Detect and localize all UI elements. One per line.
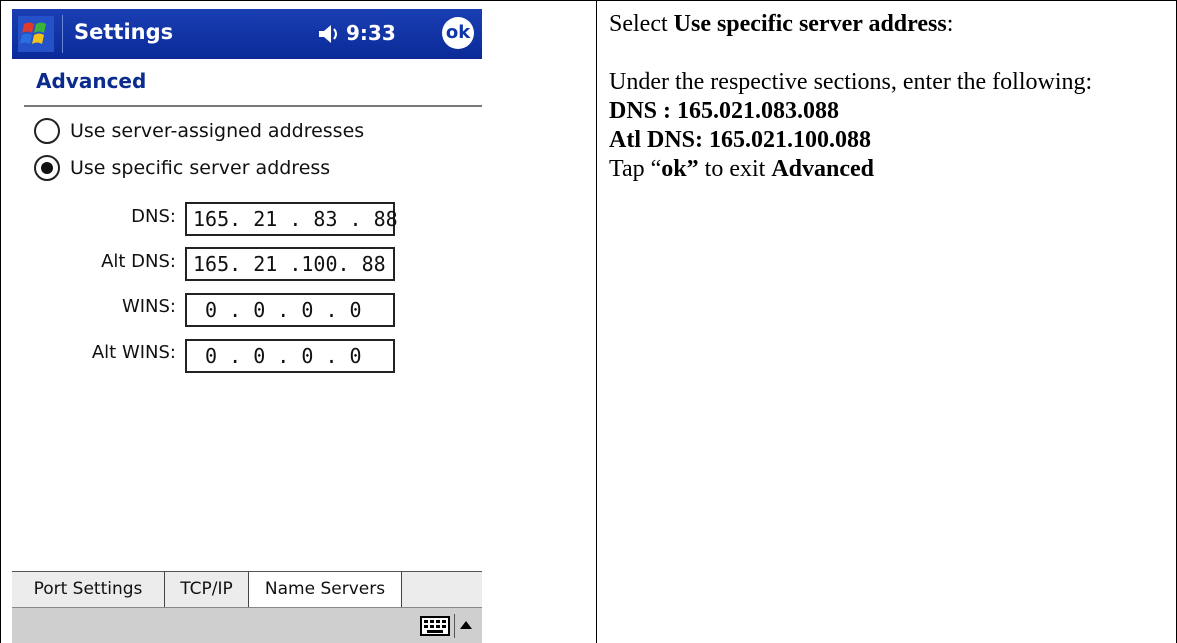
radio-specific-server[interactable]: Use specific server address	[34, 153, 330, 183]
instruction-tap-advanced: Advanced	[771, 156, 874, 182]
instruction-select: Select Use specific server address:	[609, 10, 1169, 39]
radio-label: Use specific server address	[70, 157, 331, 179]
wins-label: WINS:	[121, 296, 176, 317]
section-title: Advanced	[36, 69, 147, 93]
instruction-select-prefix: Select	[609, 11, 674, 37]
instruction-tap-ok: Tap “ok” to exit Advanced	[609, 155, 1169, 184]
instruction-alt-dns: Atl DNS: 165.021.100.088	[609, 127, 871, 153]
title-separator	[62, 15, 63, 53]
radio-server-assigned[interactable]: Use server-assigned addresses	[34, 116, 364, 146]
keyboard-icon[interactable]	[420, 616, 450, 636]
alt-dns-label: Alt DNS:	[101, 251, 176, 272]
speaker-icon[interactable]	[317, 23, 341, 45]
instructions-panel: Select Use specific server address: Unde…	[609, 10, 1169, 184]
radio-button[interactable]	[34, 118, 60, 144]
instruction-select-option: Use specific server address	[673, 11, 947, 37]
tab-bar: Port Settings TCP/IP Name Servers	[12, 571, 482, 608]
windows-start-icon[interactable]	[18, 16, 54, 52]
alt-dns-field[interactable]: 165. 21 .100. 88	[185, 247, 395, 281]
instruction-enter: Under the respective sections, enter the…	[609, 69, 1093, 95]
ok-button[interactable]: ok	[442, 17, 474, 49]
table-middle-border	[596, 0, 597, 643]
clock[interactable]: 9:33	[346, 21, 396, 45]
dns-label: DNS:	[131, 206, 176, 227]
pocketpc-screen: Settings 9:33 ok Advanced Use server-ass…	[12, 9, 482, 643]
alt-wins-label: Alt WINS:	[91, 342, 176, 363]
menu-bar	[12, 607, 482, 643]
table-left-border	[0, 0, 1, 643]
menu-separator	[454, 614, 455, 638]
dns-field[interactable]: 165. 21 . 83 . 88	[185, 202, 398, 236]
instruction-tap-mid: to exit	[698, 156, 772, 182]
instruction-tap-prefix: Tap “	[609, 156, 662, 182]
instruction-tap-ok-word: ok”	[661, 156, 699, 182]
tab-name-servers[interactable]: Name Servers	[249, 572, 402, 608]
table-top-border	[0, 0, 1177, 1]
app-title: Settings	[74, 20, 174, 44]
title-bar: Settings 9:33 ok	[12, 9, 482, 59]
wins-field[interactable]: 0 . 0 . 0 . 0	[185, 293, 395, 327]
tab-tcp-ip[interactable]: TCP/IP	[165, 572, 249, 608]
arrow-up-icon[interactable]	[459, 620, 473, 630]
instruction-dns: DNS : 165.021.083.088	[609, 98, 840, 124]
radio-label: Use server-assigned addresses	[70, 120, 365, 142]
section-divider	[24, 105, 482, 107]
instruction-select-suffix: :	[946, 11, 954, 37]
alt-wins-field[interactable]: 0 . 0 . 0 . 0	[185, 339, 395, 373]
radio-button-checked[interactable]	[34, 155, 60, 181]
tab-port-settings[interactable]: Port Settings	[12, 572, 165, 608]
tab-bar-filler	[402, 572, 482, 608]
